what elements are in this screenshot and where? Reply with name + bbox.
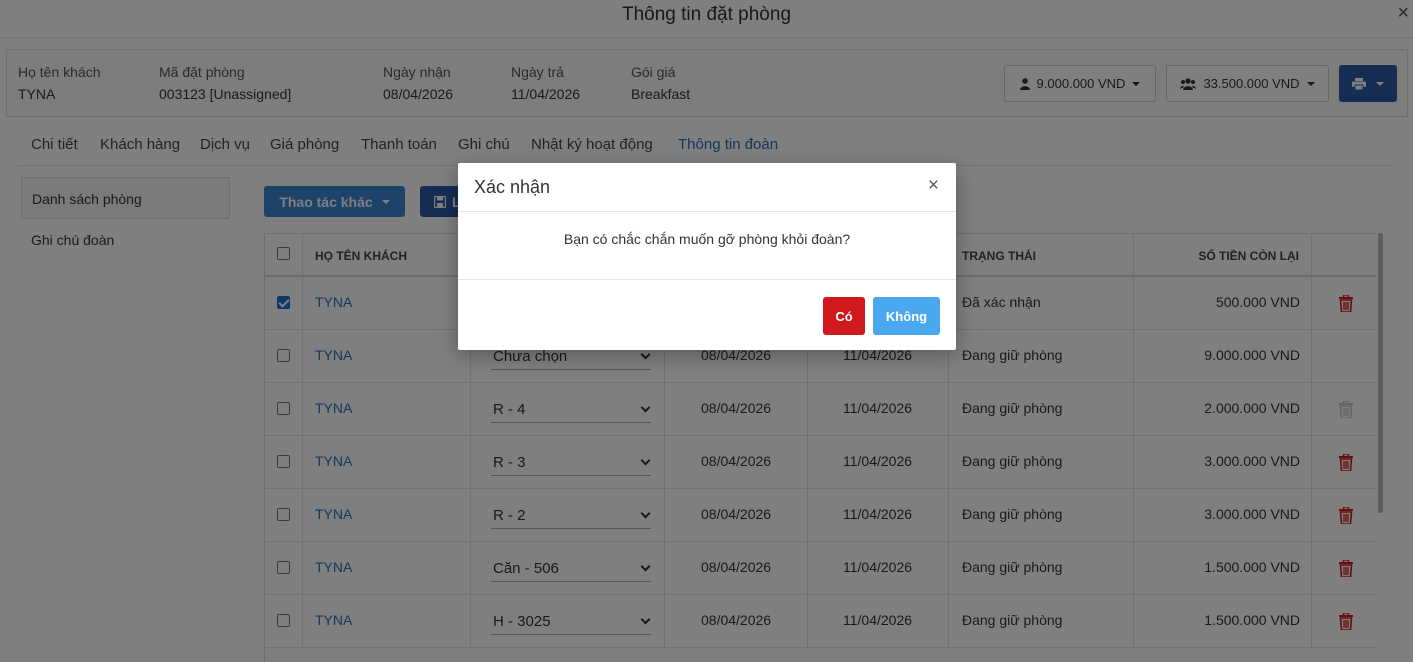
booking-page: Thông tin đặt phòng × Họ tên khách TYNA …	[0, 0, 1413, 662]
confirm-no-button[interactable]: Không	[873, 297, 940, 335]
dialog-close-icon[interactable]: ×	[928, 175, 939, 197]
dialog-header: Xác nhận ×	[458, 163, 956, 212]
confirm-yes-button[interactable]: Có	[823, 297, 865, 335]
dialog-title: Xác nhận	[474, 177, 551, 197]
confirm-dialog: Xác nhận × Bạn có chắc chắn muốn gỡ phòn…	[458, 163, 956, 350]
dialog-footer: Có Không	[458, 279, 956, 350]
dialog-message: Bạn có chắc chắn muốn gỡ phòng khỏi đoàn…	[563, 231, 851, 247]
